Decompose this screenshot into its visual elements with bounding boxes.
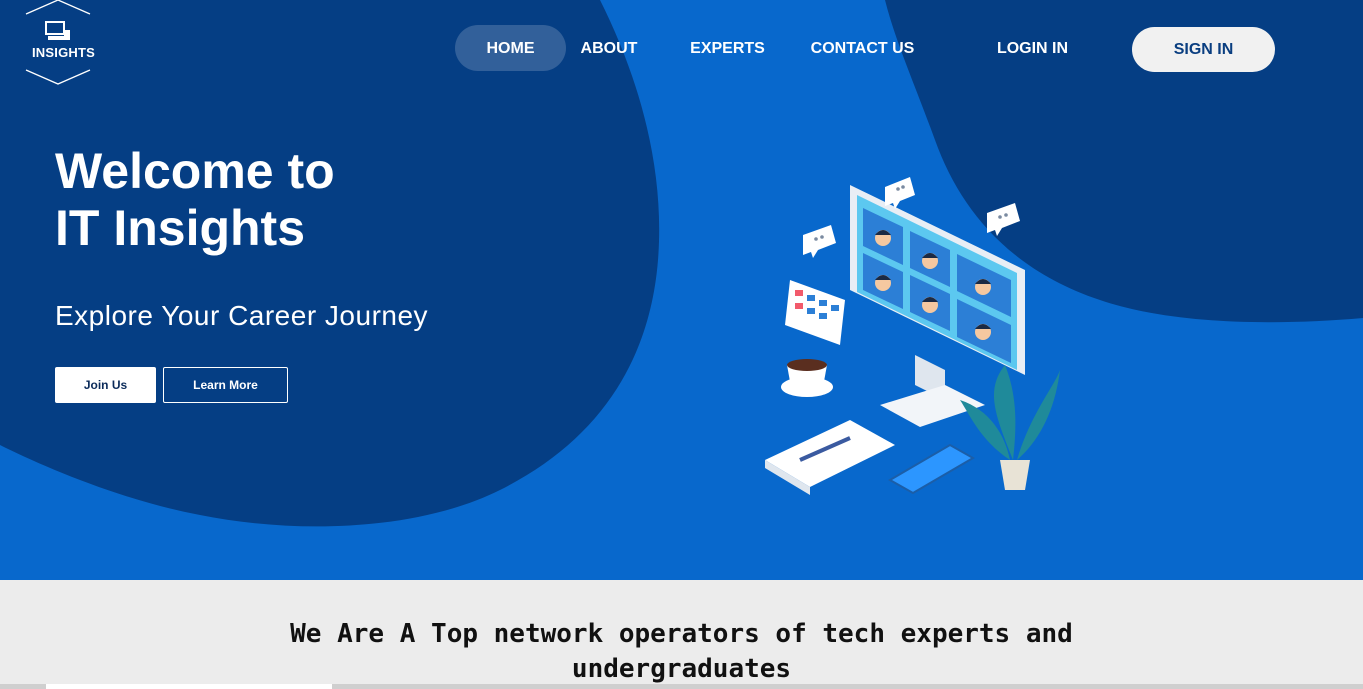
nav-login[interactable]: LOGIN IN [990, 25, 1075, 71]
learn-more-button[interactable]: Learn More [163, 367, 288, 403]
brand-name: INSIGHTS [32, 45, 95, 60]
hero-section: INSIGHTS HOME ABOUT EXPERTS CONTACT US L… [0, 0, 1363, 580]
tagline-line2: undergraduates [571, 654, 792, 684]
video-conference-illustration [765, 177, 1060, 495]
sign-in-button[interactable]: SIGN IN [1132, 27, 1275, 72]
tagline: We Are A Top network operators of tech e… [0, 617, 1363, 687]
hero-title: Welcome to IT Insights [55, 143, 335, 257]
hero-title-line1: Welcome to [55, 143, 335, 199]
tagline-line1: We Are A Top network operators of tech e… [290, 619, 1073, 649]
hero-title-line2: IT Insights [55, 200, 305, 256]
hero-background [0, 0, 1363, 527]
nav-home[interactable]: HOME [455, 25, 566, 71]
brand-logo[interactable]: INSIGHTS [18, 0, 98, 86]
scrollbar-thumb[interactable] [46, 684, 332, 689]
nav-contact-us[interactable]: CONTACT US [805, 25, 920, 71]
nav-about[interactable]: ABOUT [570, 25, 648, 71]
nav-experts[interactable]: EXPERTS [685, 25, 770, 71]
join-us-button[interactable]: Join Us [55, 367, 156, 403]
horizontal-scrollbar[interactable] [0, 684, 1363, 689]
hero-subtitle: Explore Your Career Journey [55, 300, 429, 331]
tagline-section: We Are A Top network operators of tech e… [0, 580, 1363, 689]
logo-hexagon-icon [25, 0, 91, 85]
